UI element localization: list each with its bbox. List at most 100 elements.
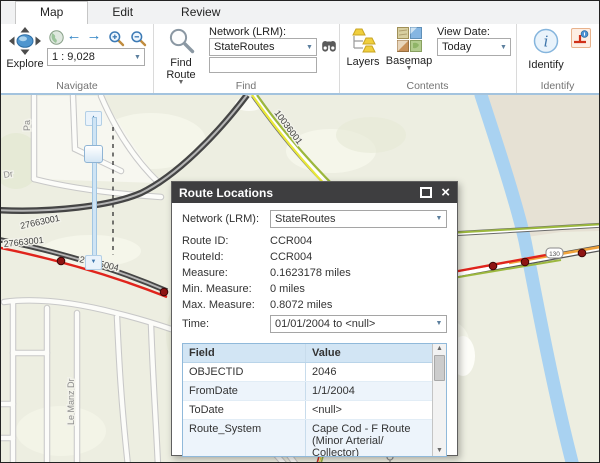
field-cell: OBJECTID xyxy=(183,363,306,381)
scroll-down-icon[interactable]: ▼ xyxy=(436,446,443,456)
group-navigate: Explore ← → 1: 9,028 ▼ Navigate xyxy=(1,24,154,93)
tab-edit[interactable]: Edit xyxy=(88,1,157,24)
zoom-slider-thumb[interactable] xyxy=(84,145,103,163)
value-cell: 2046 xyxy=(312,366,337,378)
routeid-value: CCR004 xyxy=(270,251,313,263)
binoculars-icon[interactable] xyxy=(321,39,337,58)
view-date-combobox[interactable]: Today ▼ xyxy=(437,38,511,56)
group-identify: i Identify Identify xyxy=(516,24,599,93)
identify-label: Identify xyxy=(528,59,564,71)
value-cell: <null> xyxy=(312,404,342,416)
route-search-input[interactable] xyxy=(209,57,317,73)
min-measure-label: Min. Measure: xyxy=(182,283,252,295)
value-cell: Cape Cod - F Route (Minor Arterial/ Coll… xyxy=(312,423,411,457)
time-label: Time: xyxy=(182,318,210,330)
tab-map[interactable]: Map xyxy=(15,1,89,24)
route-locations-dialog: Route Locations × Network (LRM): StateRo… xyxy=(171,181,458,457)
route-id-label: Route ID: xyxy=(182,235,229,247)
maximize-icon[interactable] xyxy=(420,187,433,198)
network-lrm-combobox[interactable]: StateRoutes ▼ xyxy=(209,38,317,56)
svg-text:i: i xyxy=(544,33,549,51)
dialog-network-label: Network (LRM): xyxy=(182,213,260,225)
table-row[interactable]: ToDate <null> xyxy=(183,401,432,420)
identify-button[interactable]: i Identify xyxy=(524,26,568,71)
route-shield-label: 130 xyxy=(549,251,560,258)
max-measure-label: Max. Measure: xyxy=(182,299,255,311)
group-contents: Layers Basemap ▼ View Date: Today ▼ Cont… xyxy=(339,24,517,93)
view-date-label: View Date: xyxy=(437,26,490,38)
street-label-dr: Dr xyxy=(3,168,14,179)
close-icon[interactable]: × xyxy=(441,185,450,200)
contents-group-label: Contents xyxy=(406,80,449,92)
basemap-button[interactable]: Basemap ▼ xyxy=(385,27,433,72)
explore-label: Explore xyxy=(6,58,44,70)
full-extent-globe-icon[interactable] xyxy=(47,30,65,47)
basemap-icon xyxy=(396,27,422,55)
table-row[interactable]: Route_System Cape Cod - F Route (Minor A… xyxy=(183,420,432,457)
group-find: Find Route ▼ Network (LRM): StateRoutes … xyxy=(153,24,340,93)
table-header-value: Value xyxy=(312,347,341,359)
find-route-magnifier-icon xyxy=(168,28,195,57)
route-shield: 130 xyxy=(545,247,564,259)
table-row[interactable]: OBJECTID 2046 xyxy=(183,363,432,382)
chevron-down-icon[interactable]: ▼ xyxy=(303,44,316,51)
app-window: Map Edit Review Explore ← → 1: 9,028 ▼ … xyxy=(0,0,600,463)
value-cell: 1/1/2004 xyxy=(312,385,355,397)
dialog-title: Route Locations xyxy=(179,185,274,200)
fixed-zoom-out-icon[interactable] xyxy=(129,30,147,47)
layers-button[interactable]: Layers xyxy=(344,27,382,68)
dialog-network-combobox[interactable]: StateRoutes ▼ xyxy=(270,210,447,228)
navigate-group-label: Navigate xyxy=(56,80,98,92)
field-cell: Route_System xyxy=(183,420,306,456)
routeid-label: RouteId: xyxy=(182,251,224,263)
scrollbar-thumb[interactable] xyxy=(434,355,445,381)
table-header-field: Field xyxy=(183,344,306,362)
measure-label: Measure: xyxy=(182,267,228,279)
table-row[interactable]: FromDate 1/1/2004 xyxy=(183,382,432,401)
chevron-down-icon[interactable]: ▼ xyxy=(432,212,446,226)
time-combobox[interactable]: 01/01/2004 to <null> ▼ xyxy=(270,315,447,333)
field-cell: FromDate xyxy=(183,382,306,400)
zoom-slider-track[interactable] xyxy=(92,117,97,265)
find-route-label-line1: Find xyxy=(170,57,192,69)
identify-group-label: Identify xyxy=(540,80,575,92)
max-measure-value: 0.8072 miles xyxy=(270,299,333,311)
min-measure-value: 0 miles xyxy=(270,283,305,295)
measure-value: 0.1623178 miles xyxy=(270,267,351,279)
street-label-pa: Pa xyxy=(22,120,32,131)
find-route-button[interactable]: Find Route ▼ xyxy=(157,27,205,86)
layers-label: Layers xyxy=(346,56,380,68)
table-header-row: Field Value xyxy=(183,344,432,363)
fixed-zoom-in-icon[interactable] xyxy=(107,30,125,47)
ribbon-tabbar: Map Edit Review xyxy=(1,1,599,24)
field-cell: ToDate xyxy=(183,401,306,419)
previous-extent-icon[interactable]: ← xyxy=(65,28,83,45)
next-extent-icon[interactable]: → xyxy=(85,28,103,45)
table-scrollbar[interactable]: ▲ ▼ xyxy=(432,344,446,456)
dialog-titlebar[interactable]: Route Locations × xyxy=(172,182,457,203)
explore-button[interactable]: Explore xyxy=(3,27,47,70)
route-id-value: CCR004 xyxy=(270,235,313,247)
map-scale-value: 1 : 9,028 xyxy=(52,51,95,63)
layers-icon xyxy=(349,28,377,56)
street-label-le-manz-dr: Le Manz Dr xyxy=(66,378,76,425)
map-scale-combobox[interactable]: 1 : 9,028 ▼ xyxy=(47,48,145,66)
dialog-network-value: StateRoutes xyxy=(275,213,336,225)
ribbon: Explore ← → 1: 9,028 ▼ Navigate Find Ro… xyxy=(1,24,599,95)
tab-review[interactable]: Review xyxy=(157,1,244,24)
chevron-down-icon[interactable]: ▼ xyxy=(497,44,510,51)
explore-icon xyxy=(8,27,42,58)
chevron-down-icon[interactable]: ▼ xyxy=(131,54,144,61)
chevron-down-icon[interactable]: ▼ xyxy=(432,317,446,331)
network-lrm-label: Network (LRM): xyxy=(209,26,287,38)
time-value: 01/01/2004 to <null> xyxy=(275,318,376,330)
network-lrm-value: StateRoutes xyxy=(214,41,275,53)
identify-route-location-tool-icon[interactable] xyxy=(571,28,591,48)
dialog-body: Network (LRM): StateRoutes ▼ Route ID: CC… xyxy=(172,203,457,457)
zoom-slider-down-button[interactable]: ▼ xyxy=(85,255,102,270)
scroll-up-icon[interactable]: ▲ xyxy=(436,344,443,354)
view-date-value: Today xyxy=(442,41,472,53)
attributes-table: Field Value OBJECTID 2046 FromDate 1/1/2… xyxy=(182,343,447,457)
find-group-label: Find xyxy=(235,80,257,92)
identify-icon: i xyxy=(531,28,561,59)
